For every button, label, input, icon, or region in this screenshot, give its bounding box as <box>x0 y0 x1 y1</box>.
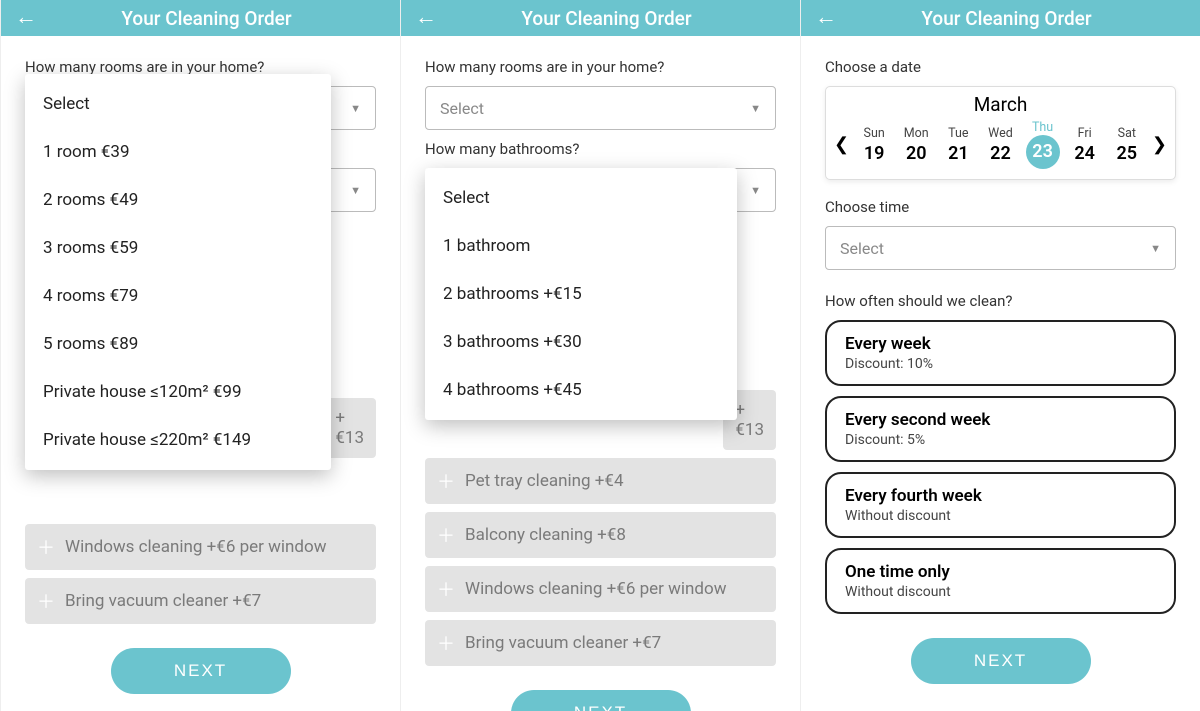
choose-date-label: Choose a date <box>825 58 1176 76</box>
bathrooms-question: How many bathrooms? <box>425 140 776 158</box>
chevron-down-icon: ▼ <box>750 102 761 115</box>
header-title: Your Cleaning Order <box>427 7 786 30</box>
frequency-option[interactable]: Every fourth week Without discount <box>825 472 1176 538</box>
rooms-option[interactable]: Private house ≤120m² €99 <box>25 368 331 416</box>
bathrooms-option[interactable]: 4 bathrooms +€45 <box>425 366 737 414</box>
bathrooms-option[interactable]: Select <box>425 174 737 222</box>
day-of-week: Sat <box>1106 126 1148 141</box>
rooms-option[interactable]: 4 rooms €79 <box>25 272 331 320</box>
frequency-subtitle: Without discount <box>845 508 1156 524</box>
frequency-subtitle: Discount: 10% <box>845 356 1156 372</box>
frequency-option[interactable]: One time only Without discount <box>825 548 1176 614</box>
frequency-option[interactable]: Every second week Discount: 5% <box>825 396 1176 462</box>
select-placeholder: Select <box>440 99 484 118</box>
calendar-day[interactable]: Tue 21 <box>937 126 979 164</box>
day-number: 24 <box>1064 143 1106 164</box>
app-header: ← Your Cleaning Order <box>801 0 1200 36</box>
plus-icon: ＋ <box>437 522 455 548</box>
frequency-subtitle: Without discount <box>845 584 1156 600</box>
rooms-option[interactable]: 3 rooms €59 <box>25 224 331 272</box>
calendar-day[interactable]: Thu23 <box>1022 120 1064 169</box>
rooms-option[interactable]: 2 rooms €49 <box>25 176 331 224</box>
calendar-day[interactable]: Sun 19 <box>853 126 895 164</box>
plus-icon: ＋ <box>437 468 455 494</box>
day-of-week: Thu <box>1022 120 1064 135</box>
next-button[interactable]: NEXT <box>511 690 691 711</box>
chevron-down-icon: ▼ <box>350 102 361 115</box>
addon-pet-tray[interactable]: ＋ Pet tray cleaning +€4 <box>425 458 776 504</box>
calendar-month: March <box>830 93 1171 116</box>
day-of-week: Mon <box>895 126 937 141</box>
day-of-week: Fri <box>1064 126 1106 141</box>
calendar-day[interactable]: Fri 24 <box>1064 126 1106 164</box>
header-title: Your Cleaning Order <box>27 7 386 30</box>
next-button[interactable]: NEXT <box>911 638 1091 684</box>
day-of-week: Sun <box>853 126 895 141</box>
calendar-prev-icon[interactable]: ❮ <box>830 134 853 155</box>
addon-windows[interactable]: ＋ Windows cleaning +€6 per window <box>25 524 376 570</box>
time-select[interactable]: Select ▼ <box>825 226 1176 270</box>
chevron-down-icon: ▼ <box>350 184 361 197</box>
plus-icon: ＋ <box>437 576 455 602</box>
day-number: 20 <box>895 143 937 164</box>
calendar-day[interactable]: Sat 25 <box>1106 126 1148 164</box>
calendar-day[interactable]: Wed 22 <box>979 126 1021 164</box>
frequency-title: Every second week <box>845 410 1156 430</box>
addon-balcony[interactable]: ＋ Balcony cleaning +€8 <box>425 512 776 558</box>
day-number: 22 <box>979 143 1021 164</box>
rooms-option[interactable]: Private house ≤220m² €149 <box>25 416 331 464</box>
screen-rooms: ← Your Cleaning Order How many rooms are… <box>0 0 400 711</box>
frequency-option[interactable]: Every week Discount: 10% <box>825 320 1176 386</box>
bathrooms-option[interactable]: 3 bathrooms +€30 <box>425 318 737 366</box>
plus-icon: ＋ <box>37 534 55 560</box>
day-number: 23 <box>1026 135 1060 169</box>
day-number: 19 <box>853 143 895 164</box>
header-title: Your Cleaning Order <box>827 7 1186 30</box>
select-placeholder: Select <box>840 239 884 258</box>
calendar-day[interactable]: Mon 20 <box>895 126 937 164</box>
addon-vacuum[interactable]: ＋ Bring vacuum cleaner +€7 <box>25 578 376 624</box>
next-button[interactable]: NEXT <box>111 648 291 694</box>
screen-schedule: ← Your Cleaning Order Choose a date Marc… <box>800 0 1200 711</box>
plus-icon: ＋ <box>437 630 455 656</box>
frequency-question: How often should we clean? <box>825 292 1176 310</box>
rooms-select[interactable]: Select ▼ <box>425 86 776 130</box>
bathrooms-dropdown: Select1 bathroom2 bathrooms +€153 bathro… <box>425 168 737 420</box>
addon-ironing-partial[interactable]: +€13 <box>323 398 376 458</box>
choose-time-label: Choose time <box>825 198 1176 216</box>
rooms-option[interactable]: 1 room €39 <box>25 128 331 176</box>
day-of-week: Wed <box>979 126 1021 141</box>
addon-windows[interactable]: ＋ Windows cleaning +€6 per window <box>425 566 776 612</box>
frequency-subtitle: Discount: 5% <box>845 432 1156 448</box>
bathrooms-option[interactable]: 1 bathroom <box>425 222 737 270</box>
rooms-dropdown: Select1 room €392 rooms €493 rooms €594 … <box>25 74 331 470</box>
day-number: 21 <box>937 143 979 164</box>
day-of-week: Tue <box>937 126 979 141</box>
plus-icon: ＋ <box>37 588 55 614</box>
bathrooms-option[interactable]: 2 bathrooms +€15 <box>425 270 737 318</box>
screen-bathrooms: ← Your Cleaning Order How many rooms are… <box>400 0 800 711</box>
frequency-title: One time only <box>845 562 1156 582</box>
calendar-next-icon[interactable]: ❯ <box>1148 134 1171 155</box>
rooms-option[interactable]: Select <box>25 80 331 128</box>
app-header: ← Your Cleaning Order <box>401 0 800 36</box>
frequency-title: Every fourth week <box>845 486 1156 506</box>
addon-vacuum[interactable]: ＋ Bring vacuum cleaner +€7 <box>425 620 776 666</box>
app-header: ← Your Cleaning Order <box>1 0 400 36</box>
chevron-down-icon: ▼ <box>750 184 761 197</box>
frequency-title: Every week <box>845 334 1156 354</box>
day-number: 25 <box>1106 143 1148 164</box>
rooms-option[interactable]: 5 rooms €89 <box>25 320 331 368</box>
chevron-down-icon: ▼ <box>1150 242 1161 255</box>
date-picker: March ❮ Sun19Mon20Tue21Wed22Thu23Fri24Sa… <box>825 86 1176 180</box>
rooms-question: How many rooms are in your home? <box>425 58 776 76</box>
